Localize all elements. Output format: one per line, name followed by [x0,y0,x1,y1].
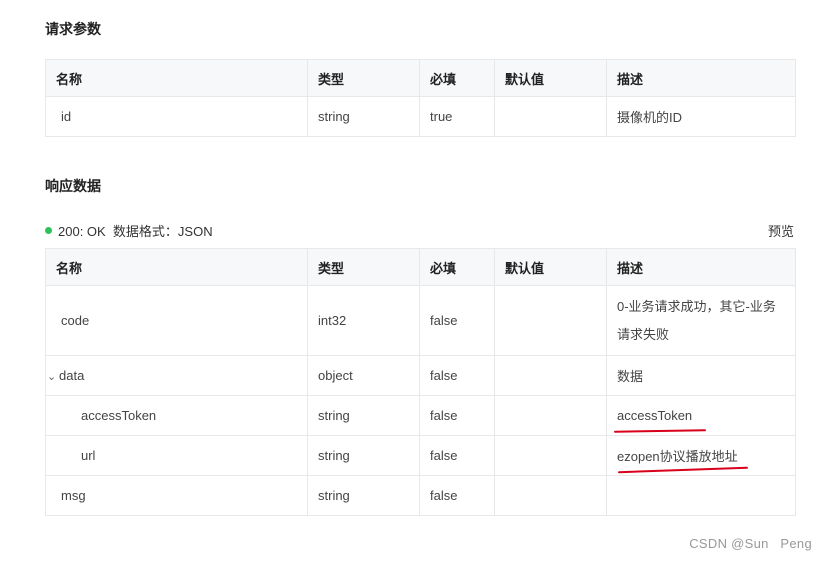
param-name: id [45,96,308,137]
column-header-desc: 描述 [606,248,796,286]
param-required: true [419,96,495,137]
table-row: code int32 false 0-业务请求成功，其它-业务请求失败 [45,285,796,356]
field-name: accessToken [45,395,308,436]
field-required: false [419,435,495,476]
status-text: 200: OK 数据格式：JSON [58,224,213,239]
column-header-name: 名称 [45,248,308,286]
status-dot-icon [45,227,52,234]
column-header-name: 名称 [45,59,308,97]
field-required: false [419,475,495,516]
field-type: string [307,475,420,516]
column-header-type: 类型 [307,248,420,286]
field-name: code [45,285,308,356]
field-type: string [307,395,420,436]
field-name: msg [45,475,308,516]
field-type: int32 [307,285,420,356]
preview-link[interactable]: 预览 [768,221,794,240]
field-name-cell[interactable]: ⌄ data [45,355,308,396]
api-doc-page: 请求参数 名称 类型 必填 默认值 描述 id string true 摄像机的… [0,0,827,561]
table-header-row: 名称 类型 必填 默认值 描述 [45,59,796,97]
field-default [494,285,607,356]
column-header-default: 默认值 [494,59,607,97]
column-header-desc: 描述 [606,59,796,97]
field-name: url [45,435,308,476]
field-required: false [419,285,495,356]
response-data-table: 名称 类型 必填 默认值 描述 code int32 false 0-业务请求成… [45,248,796,516]
field-required: false [419,355,495,396]
table-row: id string true 摄像机的ID [45,96,796,137]
watermark: CSDN @Sun Peng [689,536,812,551]
request-params-title: 请求参数 [45,21,101,37]
field-type: string [307,435,420,476]
field-required: false [419,395,495,436]
field-desc [606,475,796,516]
field-default [494,435,607,476]
field-default [494,475,607,516]
field-default [494,355,607,396]
param-default [494,96,607,137]
column-header-default: 默认值 [494,248,607,286]
param-desc: 摄像机的ID [606,96,796,137]
chevron-down-icon[interactable]: ⌄ [47,370,59,383]
table-row: ⌄ data object false 数据 [45,355,796,396]
response-status: 200: OK 数据格式：JSON [45,221,213,240]
field-desc: 0-业务请求成功，其它-业务请求失败 [606,285,796,356]
field-desc: 数据 [606,355,796,396]
param-type: string [307,96,420,137]
column-header-type: 类型 [307,59,420,97]
table-row: msg string false [45,475,796,516]
response-data-title: 响应数据 [45,178,101,194]
request-params-table: 名称 类型 必填 默认值 描述 id string true 摄像机的ID [45,59,796,137]
table-header-row: 名称 类型 必填 默认值 描述 [45,248,796,286]
field-name: data [59,368,85,383]
field-type: object [307,355,420,396]
field-default [494,395,607,436]
column-header-required: 必填 [419,248,495,286]
column-header-required: 必填 [419,59,495,97]
